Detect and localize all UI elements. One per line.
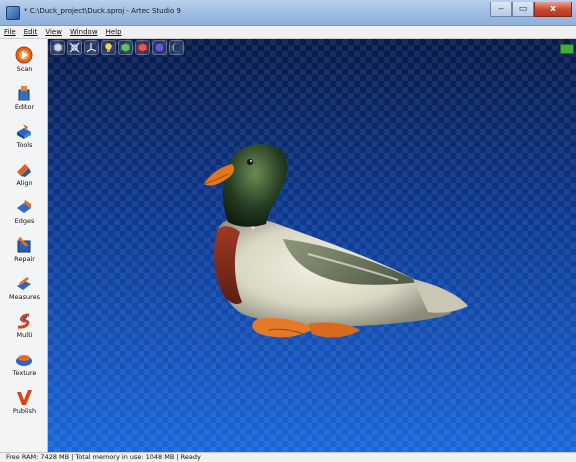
sidebar-item-label: Publish: [12, 407, 37, 415]
sidebar-item-scan[interactable]: Scan: [2, 42, 45, 78]
texture-icon: [16, 355, 32, 366]
window-controls: ‒ ▭ x: [490, 2, 572, 17]
solid-render-icon: [120, 42, 131, 53]
solid-render-button[interactable]: [118, 40, 133, 55]
editor-icon: [18, 86, 30, 101]
panel-toggle-icon[interactable]: [560, 44, 574, 54]
texture-render-icon: [137, 42, 148, 53]
menu-help[interactable]: Help: [102, 26, 126, 38]
measures-icon: [17, 277, 31, 290]
title-bar: * C:\Duck_project\Duck.sproj - Artec Stu…: [0, 0, 576, 26]
3d-viewport[interactable]: [48, 39, 576, 452]
sidebar-item-align[interactable]: Align: [2, 156, 45, 192]
perspective-cube-icon: [53, 42, 63, 53]
repair-icon: [17, 236, 31, 253]
fit-view-button[interactable]: [67, 40, 82, 55]
axes-icon: [86, 43, 97, 53]
sphere-render-icon: [154, 42, 165, 53]
maximize-button[interactable]: ▭: [512, 2, 534, 17]
status-text: Free RAM: 7428 MB | Total memory in use:…: [6, 453, 201, 461]
sidebar: Scan Editor Tools Align Edges Repair Mea…: [0, 39, 48, 452]
perspective-cube-button[interactable]: [50, 40, 65, 55]
tools-icon: [17, 124, 31, 139]
viewport-toolbar: [48, 39, 186, 59]
sidebar-item-label: Measures: [8, 293, 40, 301]
sidebar-item-label: Tools: [16, 141, 33, 149]
sidebar-item-publish[interactable]: Publish: [2, 384, 45, 420]
minimize-button[interactable]: ‒: [490, 2, 512, 17]
light-button[interactable]: [101, 40, 116, 55]
app-icon[interactable]: [6, 6, 20, 20]
sidebar-item-tools[interactable]: Tools: [2, 118, 45, 154]
edges-icon: [17, 200, 31, 213]
sidebar-item-repair[interactable]: Repair: [2, 232, 45, 268]
sidebar-item-multi[interactable]: Multi: [2, 308, 45, 344]
sidebar-item-label: Align: [16, 179, 33, 187]
moon-mode-button[interactable]: [169, 40, 184, 55]
sidebar-item-label: Scan: [16, 65, 33, 73]
sidebar-item-label: Repair: [14, 255, 35, 263]
status-bar: Free RAM: 7428 MB | Total memory in use:…: [0, 452, 576, 462]
sidebar-item-edges[interactable]: Edges: [2, 194, 45, 230]
fit-view-icon: [69, 42, 80, 53]
light-bulb-icon: [105, 43, 112, 52]
menu-edit[interactable]: Edit: [20, 26, 42, 38]
sidebar-item-texture[interactable]: Texture: [2, 346, 45, 382]
axes-button[interactable]: [84, 40, 99, 55]
menu-file[interactable]: File: [0, 26, 20, 38]
moon-mode-icon: [172, 43, 177, 52]
sidebar-item-label: Multi: [16, 331, 33, 339]
scan-icon: [15, 46, 33, 64]
sidebar-item-label: Texture: [12, 369, 37, 377]
sidebar-item-measures[interactable]: Measures: [2, 270, 45, 306]
duck-3d-model[interactable]: [188, 134, 488, 364]
close-button[interactable]: x: [534, 2, 572, 17]
menu-bar: File Edit View Window Help: [0, 26, 576, 39]
publish-icon: [17, 390, 32, 405]
sidebar-item-label: Edges: [14, 217, 35, 225]
sidebar-item-editor[interactable]: Editor: [2, 80, 45, 116]
texture-render-button[interactable]: [135, 40, 150, 55]
menu-view[interactable]: View: [41, 26, 66, 38]
window-title: * C:\Duck_project\Duck.sproj - Artec Stu…: [24, 7, 181, 15]
menu-window[interactable]: Window: [66, 26, 102, 38]
sphere-render-button[interactable]: [152, 40, 167, 55]
multi-icon: [17, 313, 30, 329]
align-icon: [17, 164, 31, 177]
sidebar-item-label: Editor: [14, 103, 35, 111]
